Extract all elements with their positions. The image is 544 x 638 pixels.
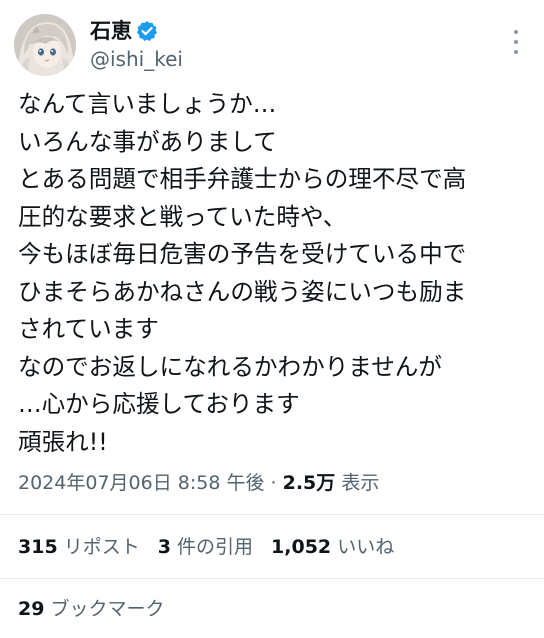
reposts-label: リポスト xyxy=(63,536,140,558)
user-handle[interactable]: @ishi_kei xyxy=(90,45,183,73)
user-avatar-icon xyxy=(14,14,76,76)
tweet-line: なのでお返しになれるかわかりませんが xyxy=(18,352,442,381)
divider xyxy=(0,514,544,515)
more-dot xyxy=(514,50,518,54)
bookmarks-stat[interactable]: 29 ブックマーク xyxy=(18,592,165,626)
tweet-detail: 石恵 @ishi_kei なんて言いましょうか… いろんな事がありまして とある… xyxy=(0,0,544,638)
author-names: 石恵 @ishi_kei xyxy=(90,17,183,73)
tweet-line: いろんな事がありまして xyxy=(18,127,277,156)
bookmarks-count: 29 xyxy=(18,598,45,620)
tweet-header: 石恵 @ishi_kei xyxy=(14,14,183,76)
tweet-line: …心から応援しております xyxy=(18,390,300,418)
reposts-stat[interactable]: 315 リポスト xyxy=(18,536,140,558)
tweet-line: 圧的な要求と戦っていた時や、 xyxy=(18,202,347,231)
verified-badge-icon xyxy=(136,20,158,42)
tweet-line: ひまそらあかねさんの戦う姿にいつも励ま xyxy=(18,277,467,306)
views-count: 2.5万 xyxy=(282,472,336,494)
tweet-line: なんて言いましょうか… xyxy=(18,90,277,118)
reposts-count: 315 xyxy=(18,536,58,558)
tweet-line: 今もほぼ毎日危害の予告を受けている中で xyxy=(18,240,467,268)
tweet-text: なんて言いましょうか… いろんな事がありまして とある問題で相手弁護士からの理不… xyxy=(18,86,538,461)
divider xyxy=(0,578,544,579)
display-name[interactable]: 石恵 xyxy=(90,17,132,45)
bookmarks-label: ブックマーク xyxy=(50,598,165,620)
avatar[interactable] xyxy=(14,14,76,76)
views-label: 表示 xyxy=(341,472,380,494)
quotes-count: 3 xyxy=(157,536,171,558)
more-options-icon[interactable] xyxy=(506,30,526,54)
likes-count: 1,052 xyxy=(271,536,332,558)
timestamp-link[interactable]: 2024年07月06日 8:58 午後 xyxy=(18,472,264,494)
likes-label: いいね xyxy=(337,536,395,558)
tweet-line: とある問題で相手弁護士からの理不尽で高 xyxy=(18,165,467,193)
more-dot xyxy=(514,30,518,34)
display-name-row: 石恵 xyxy=(90,17,183,45)
quotes-label: 件の引用 xyxy=(177,536,254,558)
tweet-line: されています xyxy=(18,315,159,343)
meta-separator: · xyxy=(270,472,277,494)
quotes-stat[interactable]: 3 件の引用 xyxy=(158,536,253,558)
more-dot xyxy=(514,40,518,44)
likes-stat[interactable]: 1,052 いいね xyxy=(271,536,394,558)
engagement-stats: 315 リポスト 3 件の引用 1,052 いいね xyxy=(18,530,394,564)
tweet-line: 頑張れ!! xyxy=(18,427,108,456)
tweet-meta: 2024年07月06日 8:58 午後 · 2.5万 表示 xyxy=(18,466,379,500)
